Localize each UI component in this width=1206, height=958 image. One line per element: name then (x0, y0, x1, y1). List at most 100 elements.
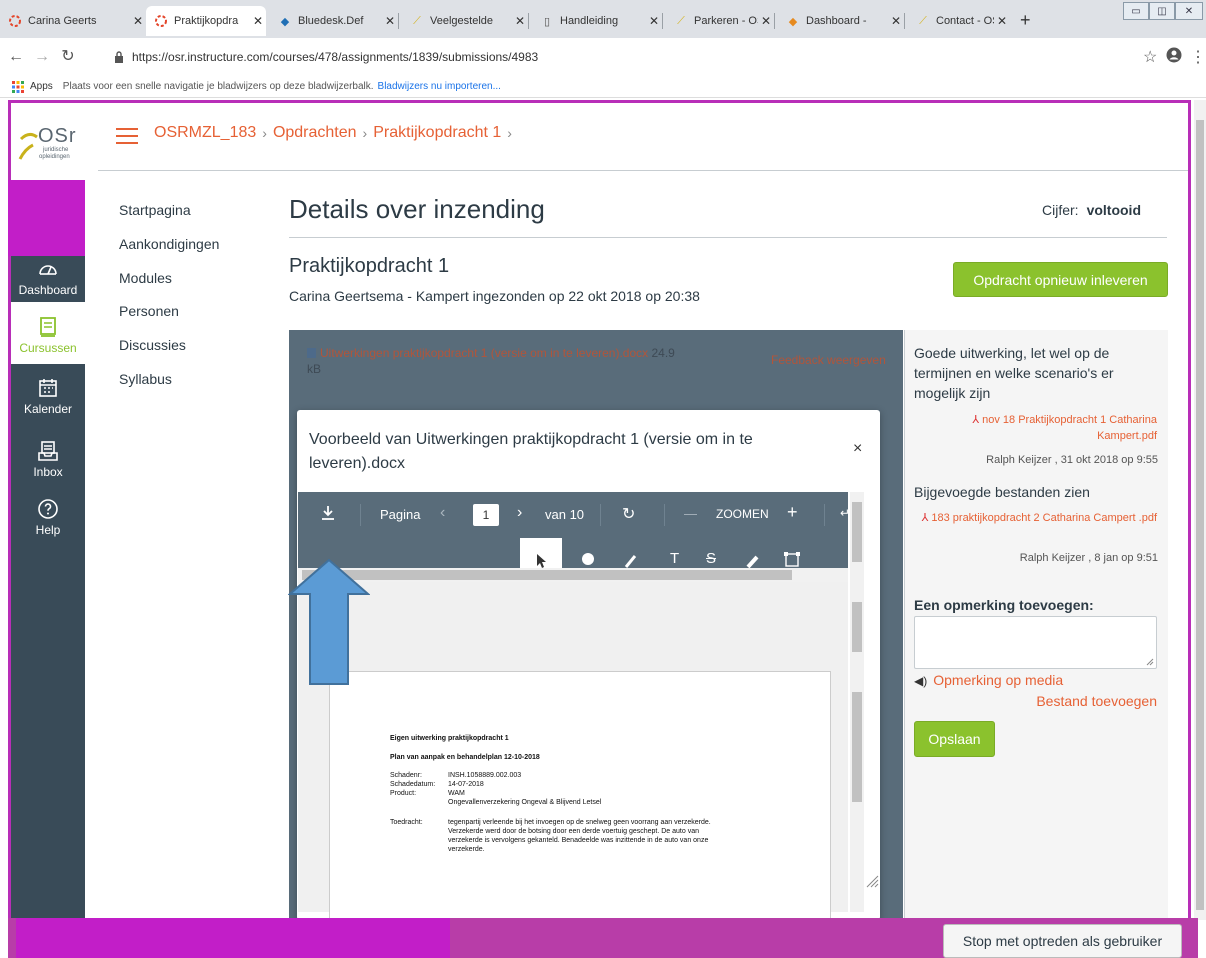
apps-grid-icon (12, 80, 24, 93)
close-icon[interactable]: × (853, 440, 862, 458)
submission-info: Carina Geertsema - Kampert ingezonden op… (289, 288, 700, 304)
comment-attachment-link[interactable]: ⅄ nov 18 Praktijkopdracht 1 Catharina Ka… (945, 412, 1157, 444)
course-nav-discussies[interactable]: Discussies (119, 337, 186, 353)
osr-favicon-icon: ⟋ (413, 14, 421, 27)
breadcrumb-assignment[interactable]: Praktijkopdracht 1 (373, 124, 501, 142)
zoom-in-icon[interactable]: + (787, 502, 798, 523)
speaker-icon: ◀) (914, 674, 928, 688)
dashboard-favicon-icon: ◆ (788, 15, 798, 28)
resize-handle-icon[interactable] (863, 872, 879, 888)
page-number-input[interactable]: 1 (473, 504, 499, 526)
browser-tab[interactable]: ◆ Dashboard - ✕ (778, 6, 904, 36)
menu-dots-icon[interactable]: ⋮ (1190, 47, 1206, 67)
course-nav-modules[interactable]: Modules (119, 270, 172, 286)
comment-author: Ralph Keijzer , 8 jan op 9:51 (1019, 552, 1158, 564)
dashboard-icon (39, 265, 57, 275)
osr-logo[interactable]: OSr juridische opleidingen (11, 103, 85, 180)
calendar-icon (39, 379, 57, 397)
strikeout-icon[interactable]: S (706, 550, 716, 567)
stop-masquerade-button[interactable]: Stop met optreden als gebruiker (943, 924, 1182, 958)
minimize-window-icon[interactable]: ▭ (1123, 2, 1149, 20)
close-tab-icon[interactable]: ✕ (888, 14, 904, 28)
show-feedback-link[interactable]: Feedback weergeven (771, 353, 886, 367)
previous-page-icon[interactable]: ‹ (440, 504, 445, 522)
text-tool-icon[interactable]: T (670, 550, 679, 567)
nav-inbox[interactable]: Inbox (11, 439, 85, 479)
comment-attachment-link[interactable]: ⅄ 183 praktijkopdracht 2 Catharina Campe… (914, 510, 1157, 526)
browser-tab[interactable]: ⟋ Parkeren - OS ✕ (666, 6, 774, 36)
nav-help[interactable]: Help (11, 497, 85, 537)
course-nav-aankondigingen[interactable]: Aankondigingen (119, 236, 219, 252)
address-bar[interactable]: https://osr.instructure.com/courses/478/… (114, 44, 1004, 70)
canvas-favicon-icon (8, 14, 22, 28)
attach-file-link[interactable]: Bestand toevoegen (1000, 693, 1157, 709)
nav-calendar[interactable]: Kalender (11, 376, 85, 416)
document-viewer[interactable]: Eigen uitwerking praktijkopdracht 1 Plan… (298, 582, 848, 921)
maximize-window-icon[interactable]: ◫ (1149, 2, 1175, 20)
rotate-icon[interactable]: ↻ (622, 504, 635, 524)
docx-file-icon (307, 348, 316, 358)
canvas-favicon-icon (154, 14, 168, 28)
redaction-overlay (8, 180, 85, 256)
browser-tab[interactable]: ⟋ Contact - OSR✕ (908, 6, 1010, 36)
inbox-icon (38, 441, 58, 461)
help-icon (38, 499, 58, 519)
hamburger-menu-icon[interactable] (116, 128, 138, 146)
save-button[interactable]: Opslaan (914, 721, 995, 757)
close-tab-icon[interactable]: ✕ (646, 14, 662, 28)
page-total: van 10 (545, 507, 585, 522)
browser-tab-strip: Carina Geerts ✕ Praktijkopdra ✕ ◆ Bluedesk… (0, 0, 1206, 38)
forward-arrow-icon[interactable]: → (32, 47, 52, 67)
close-tab-icon[interactable]: ✕ (130, 14, 146, 28)
browser-tab[interactable]: ▯ Handleiding ✕ (532, 6, 662, 36)
comment-text: Bijgevoegde bestanden zien (914, 484, 1090, 500)
zoom-out-icon[interactable]: — (684, 506, 697, 521)
apps-button[interactable]: Apps (12, 80, 53, 93)
course-nav-startpagina[interactable]: Startpagina (119, 202, 191, 218)
assignment-title: Praktijkopdracht 1 (289, 255, 450, 277)
page-scrollbar[interactable] (1194, 100, 1206, 920)
nav-dashboard[interactable]: Dashboard (11, 257, 85, 297)
comment-text: Goede uitwerking, let wel op de termijne… (914, 345, 1114, 401)
profile-icon[interactable] (1166, 47, 1182, 68)
lock-icon (114, 51, 124, 63)
new-tab-button[interactable]: + (1020, 10, 1031, 31)
vertical-scrollbar[interactable] (850, 492, 864, 912)
back-arrow-icon[interactable]: ← (6, 47, 26, 67)
media-comment-link[interactable]: ◀) Opmerking op media (914, 672, 1063, 688)
course-nav-personen[interactable]: Personen (119, 303, 179, 319)
close-tab-icon[interactable]: ✕ (758, 14, 774, 28)
pointer-tool-button[interactable] (520, 538, 562, 568)
breadcrumb-assignments[interactable]: Opdrachten (273, 124, 357, 142)
browser-tab[interactable]: Carina Geerts ✕ (0, 6, 146, 36)
osr-favicon-icon: ⟋ (919, 14, 927, 27)
pdf-icon: ⅄ (972, 414, 980, 426)
close-tab-icon[interactable]: ✕ (512, 14, 528, 28)
browser-tab[interactable]: ◆ Bluedesk.Def ✕ (270, 6, 398, 36)
close-tab-icon[interactable]: ✕ (994, 14, 1010, 28)
download-icon[interactable] (320, 504, 336, 525)
courses-icon (40, 317, 56, 337)
next-page-icon[interactable]: › (517, 504, 522, 522)
reload-icon[interactable]: ↻ (58, 47, 78, 67)
horizontal-scrollbar[interactable] (298, 568, 848, 582)
close-tab-icon[interactable]: ✕ (250, 14, 266, 28)
course-nav-syllabus[interactable]: Syllabus (119, 371, 172, 387)
browser-tab[interactable]: ⟋ Veelgestelde ✕ (402, 6, 528, 36)
comment-input[interactable] (914, 616, 1157, 669)
toolbar-overflow-icon[interactable]: ↵ (840, 506, 850, 520)
document-favicon-icon: ▯ (543, 15, 551, 28)
osr-favicon-icon: ⟋ (677, 14, 685, 27)
bookmark-star-icon[interactable]: ☆ (1143, 47, 1157, 67)
close-window-icon[interactable]: ✕ (1175, 2, 1203, 20)
browser-tab-active[interactable]: Praktijkopdra ✕ (146, 6, 266, 36)
import-bookmarks-link[interactable]: Bladwijzers nu importeren... (378, 81, 501, 92)
redaction-overlay (16, 918, 450, 958)
grade-value: voltooid (1086, 202, 1141, 218)
resubmit-button[interactable]: Opdracht opnieuw inleveren (953, 262, 1168, 297)
close-tab-icon[interactable]: ✕ (382, 14, 398, 28)
nav-courses[interactable]: Cursussen (11, 315, 85, 355)
breadcrumb-course[interactable]: OSRMZL_183 (154, 124, 256, 142)
submitted-file-link[interactable]: Uitwerkingen praktijkopdracht 1 (versie … (307, 345, 687, 377)
grade: Cijfer: voltooid (1042, 202, 1141, 218)
